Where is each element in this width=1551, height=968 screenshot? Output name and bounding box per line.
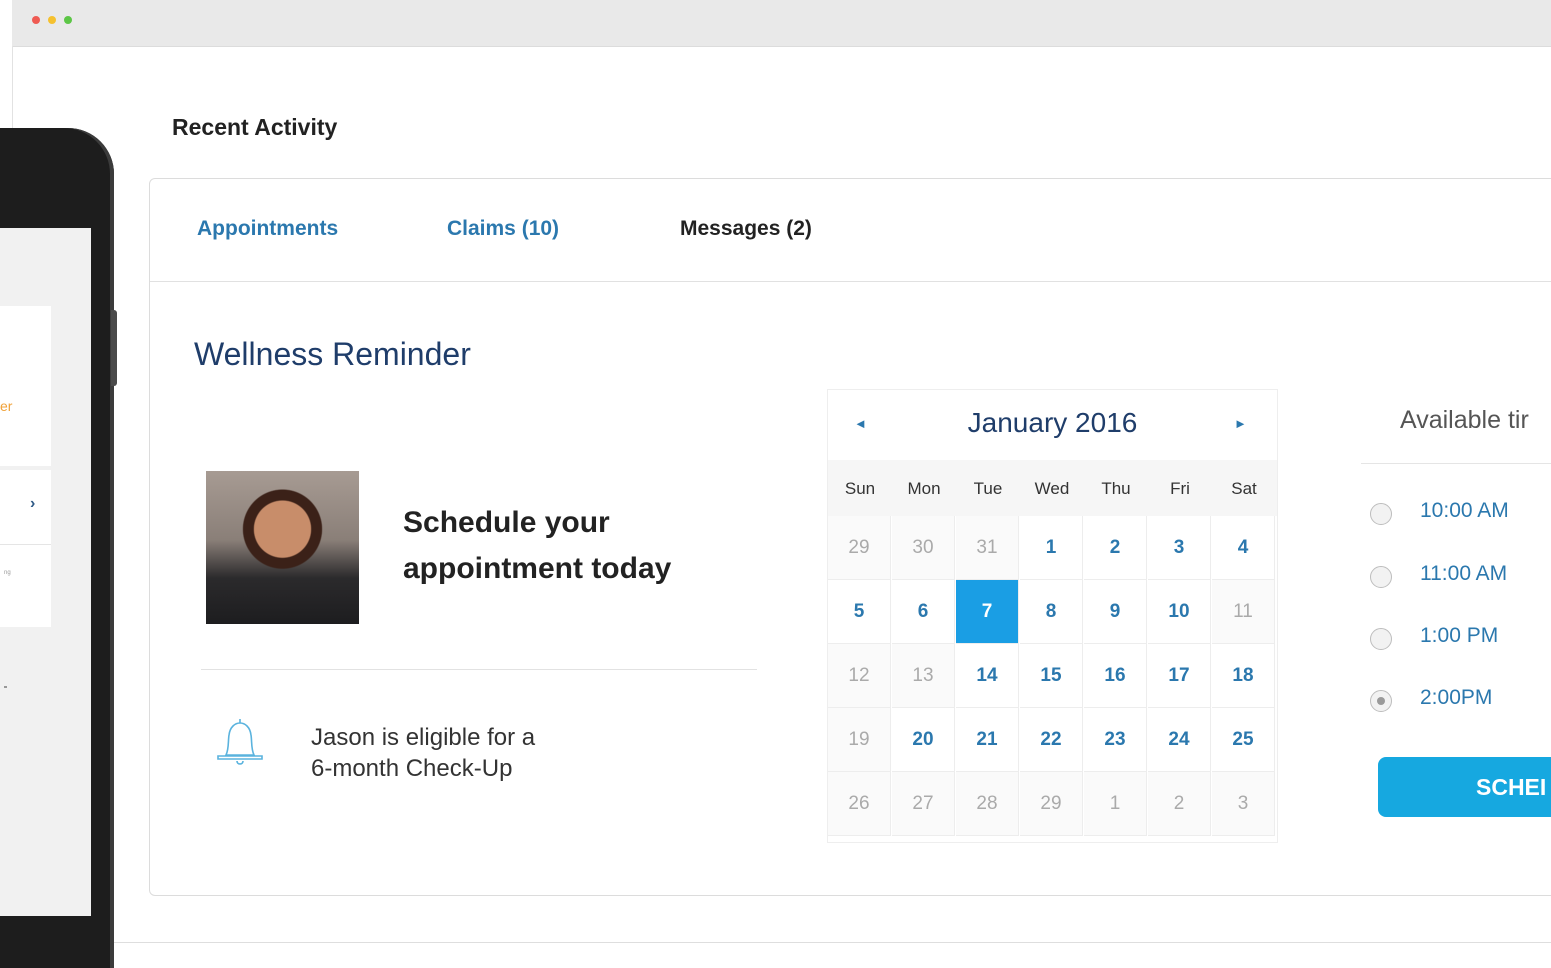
calendar-day[interactable]: 18 <box>1212 644 1275 708</box>
calendar-day: 2 <box>1148 772 1211 836</box>
chevron-right-icon[interactable]: › <box>30 495 35 513</box>
weekday-label: Mon <box>907 479 941 498</box>
time-slot-radio[interactable] <box>1370 690 1392 712</box>
eligibility-message: Jason is eligible for a 6-month Check-Up <box>311 722 535 784</box>
calendar-day[interactable]: 24 <box>1148 708 1211 772</box>
calendar-day: 28 <box>956 772 1019 836</box>
section-divider <box>201 669 757 670</box>
phone-card <box>0 306 51 466</box>
calendar-day: 13 <box>892 644 955 708</box>
time-slot-label[interactable]: 11:00 AM <box>1420 562 1507 586</box>
close-window-icon[interactable] <box>32 16 40 24</box>
calendar-day[interactable]: 9 <box>1084 580 1147 644</box>
calendar-day[interactable]: 3 <box>1148 516 1211 580</box>
calendar-day[interactable]: 2 <box>1084 516 1147 580</box>
calendar-day: 12 <box>828 644 891 708</box>
calendar-month-label: January 2016 <box>967 407 1138 438</box>
time-slot-radio[interactable] <box>1370 503 1392 525</box>
weekday-label: Sun <box>844 479 876 498</box>
calendar-day[interactable]: 14 <box>956 644 1019 708</box>
calendar-day[interactable]: 17 <box>1148 644 1211 708</box>
weekday-header: Sun Mon Tue Wed Thu Fri Sat <box>828 460 1277 516</box>
time-slot-label[interactable]: 10:00 AM <box>1420 499 1509 523</box>
calendar-day[interactable]: 15 <box>1020 644 1083 708</box>
tab-bar: Appointments Claims (10) Messages (2) <box>150 179 1551 282</box>
schedule-message: Schedule your appointment today <box>403 500 671 592</box>
patient-photo <box>206 471 359 624</box>
phone-marker <box>4 686 7 688</box>
weekday-label: Wed <box>1034 479 1070 498</box>
calendar-day: 31 <box>956 516 1019 580</box>
minimize-window-icon[interactable] <box>48 16 56 24</box>
eligible-line-2: 6-month Check-Up <box>311 755 513 782</box>
weekday-label: Fri <box>1170 479 1190 498</box>
page-title: Recent Activity <box>172 114 338 140</box>
weekday-label: Sat <box>1231 479 1257 498</box>
calendar-day: 30 <box>892 516 955 580</box>
calendar-day[interactable]: 22 <box>1020 708 1083 772</box>
calendar-day: 27 <box>892 772 955 836</box>
footer-divider <box>112 942 1551 943</box>
time-slot-radio[interactable] <box>1370 566 1392 588</box>
tab-messages[interactable]: Messages (2) <box>680 217 812 241</box>
calendar-day: 19 <box>828 708 891 772</box>
times-divider <box>1361 463 1551 464</box>
calendar-day: 1 <box>1084 772 1147 836</box>
next-month-icon[interactable]: ► <box>1234 416 1247 431</box>
calendar-day[interactable]: 1 <box>1020 516 1083 580</box>
calendar-day[interactable]: 5 <box>828 580 891 644</box>
calendar-day: 29 <box>828 516 891 580</box>
phone-side-button <box>111 310 117 386</box>
tab-claims[interactable]: Claims (10) <box>447 217 559 241</box>
time-slot-label[interactable]: 2:00PM <box>1420 686 1492 710</box>
calendar-day[interactable]: 4 <box>1212 516 1275 580</box>
schedule-line-1: Schedule your <box>403 506 610 539</box>
zoom-window-icon[interactable] <box>64 16 72 24</box>
calendar-day: 3 <box>1212 772 1275 836</box>
wellness-title: Wellness Reminder <box>194 336 471 372</box>
time-slot-radio[interactable] <box>1370 628 1392 650</box>
phone-card <box>0 470 51 545</box>
calendar-day[interactable]: 21 <box>956 708 1019 772</box>
calendar-day: 11 <box>1212 580 1275 644</box>
phone-card-text: er <box>0 398 13 414</box>
calendar-day: 29 <box>1020 772 1083 836</box>
calendar-day: 26 <box>828 772 891 836</box>
calendar-day[interactable]: 20 <box>892 708 955 772</box>
phone-card <box>0 545 51 627</box>
time-slot-label[interactable]: 1:00 PM <box>1420 624 1498 648</box>
weekday-label: Thu <box>1101 479 1131 498</box>
tab-appointments[interactable]: Appointments <box>197 217 338 241</box>
calendar-day-selected[interactable]: 7 <box>956 580 1019 644</box>
calendar-day[interactable]: 10 <box>1148 580 1211 644</box>
weekday-label: Tue <box>973 479 1003 498</box>
calendar-day[interactable]: 25 <box>1212 708 1275 772</box>
bell-icon <box>217 719 263 765</box>
eligible-line-1: Jason is eligible for a <box>311 724 536 751</box>
schedule-line-2: appointment today <box>403 552 672 585</box>
browser-titlebar <box>12 0 1551 47</box>
phone-small-text: ng <box>4 570 11 576</box>
schedule-button[interactable]: SCHEI <box>1378 757 1551 817</box>
calendar-day[interactable]: 6 <box>892 580 955 644</box>
calendar-day[interactable]: 23 <box>1084 708 1147 772</box>
calendar: ◄ January 2016 ► Sun Mon Tue Wed Thu Fri Sat 2… <box>827 389 1278 843</box>
calendar-header: ◄ January 2016 ► <box>828 390 1277 460</box>
calendar-day[interactable]: 8 <box>1020 580 1083 644</box>
calendar-day[interactable]: 16 <box>1084 644 1147 708</box>
calendar-grid: 29 30 31 1 2 3 4 5 6 7 8 9 10 11 12 13 14 15 16 17 18 19 20 21 2… <box>828 516 1277 842</box>
available-times-title: Available tir <box>1400 406 1529 434</box>
